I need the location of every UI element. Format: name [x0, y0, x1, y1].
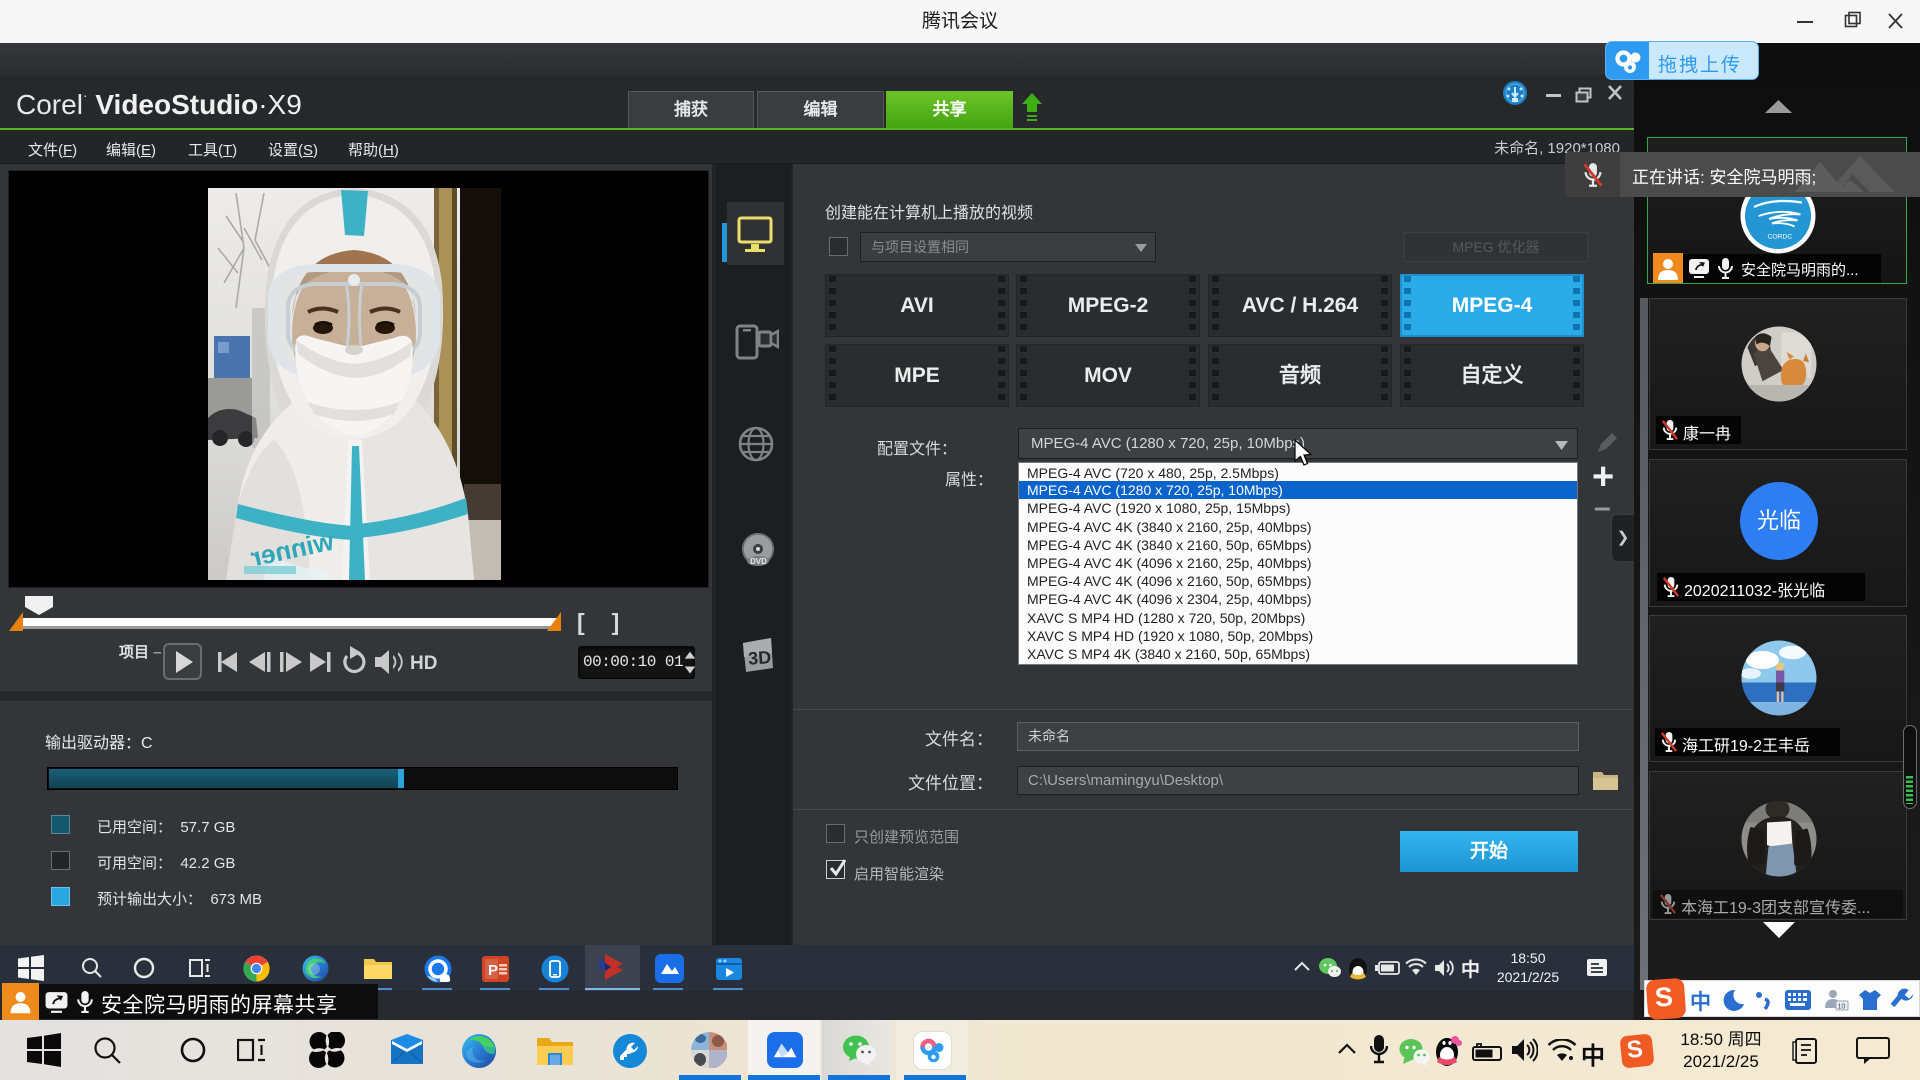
svg-text:3D: 3D — [748, 647, 772, 669]
svg-text:DVD: DVD — [750, 557, 767, 566]
svg-text:HD: HD — [410, 653, 437, 674]
svg-text:CORDC: CORDC — [1768, 234, 1793, 241]
svg-text:P: P — [488, 962, 498, 979]
